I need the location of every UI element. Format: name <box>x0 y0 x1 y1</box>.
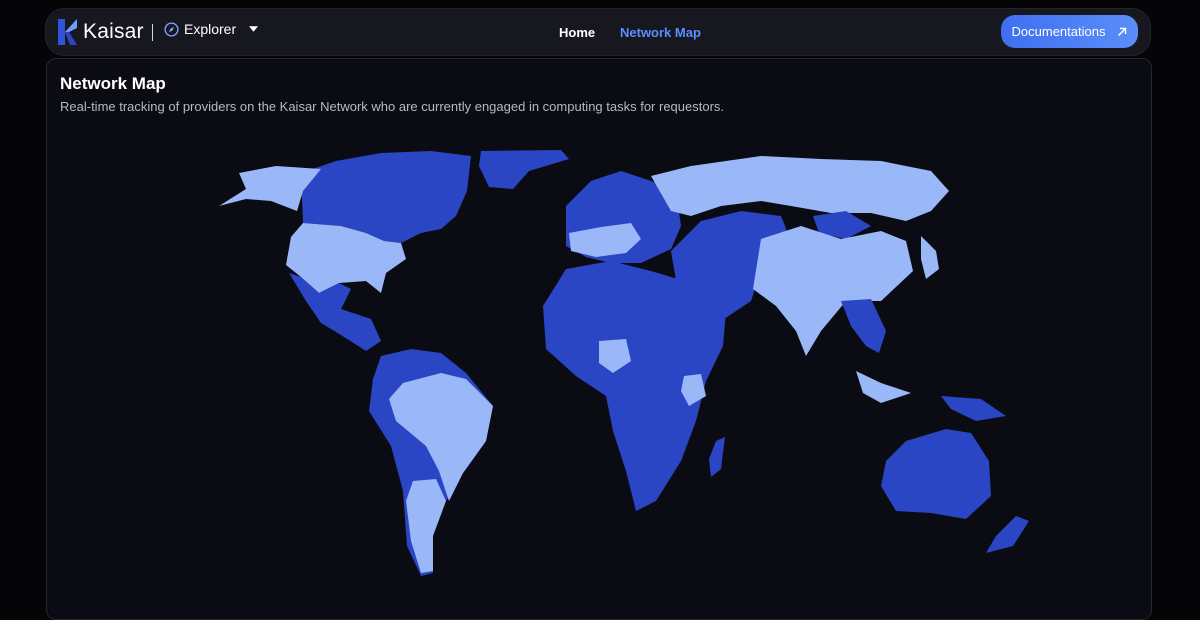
page-subtitle: Real-time tracking of providers on the K… <box>60 99 725 114</box>
chevron-down-icon <box>249 26 259 32</box>
map-region-new-zealand[interactable] <box>986 516 1029 553</box>
kaisar-logo-icon <box>58 19 77 45</box>
map-region-australia[interactable] <box>881 429 991 519</box>
explorer-label: Explorer <box>184 21 237 37</box>
top-navigation-bar: Kaisar Explorer Home Network Map Documen… <box>46 9 1150 55</box>
page-title: Network Map <box>60 74 166 93</box>
world-map[interactable] <box>47 59 1151 619</box>
compass-icon <box>164 21 179 37</box>
map-region-greenland[interactable] <box>479 150 569 189</box>
map-region-new-guinea[interactable] <box>941 396 1006 421</box>
documentations-button-label: Documentations <box>1011 24 1106 39</box>
map-region-china-india[interactable] <box>753 226 913 356</box>
nav-home-link[interactable]: Home <box>559 25 595 40</box>
map-region-southeast-asia[interactable] <box>841 299 886 353</box>
map-region-madagascar[interactable] <box>709 437 725 477</box>
map-region-japan[interactable] <box>921 236 939 279</box>
documentations-button[interactable]: Documentations <box>1001 15 1138 48</box>
arrow-up-right-icon <box>1118 27 1127 36</box>
header-divider <box>152 24 153 41</box>
map-region-russia[interactable] <box>651 156 949 221</box>
network-map-card: Network Map Real-time tracking of provid… <box>46 58 1152 620</box>
brand-name: Kaisar <box>83 20 144 43</box>
explorer-dropdown[interactable]: Explorer <box>164 21 259 37</box>
brand[interactable]: Kaisar <box>58 18 144 46</box>
map-region-indonesia[interactable] <box>856 371 911 403</box>
nav-network-map-link[interactable]: Network Map <box>620 25 701 40</box>
map-region-argentina[interactable] <box>406 479 446 573</box>
